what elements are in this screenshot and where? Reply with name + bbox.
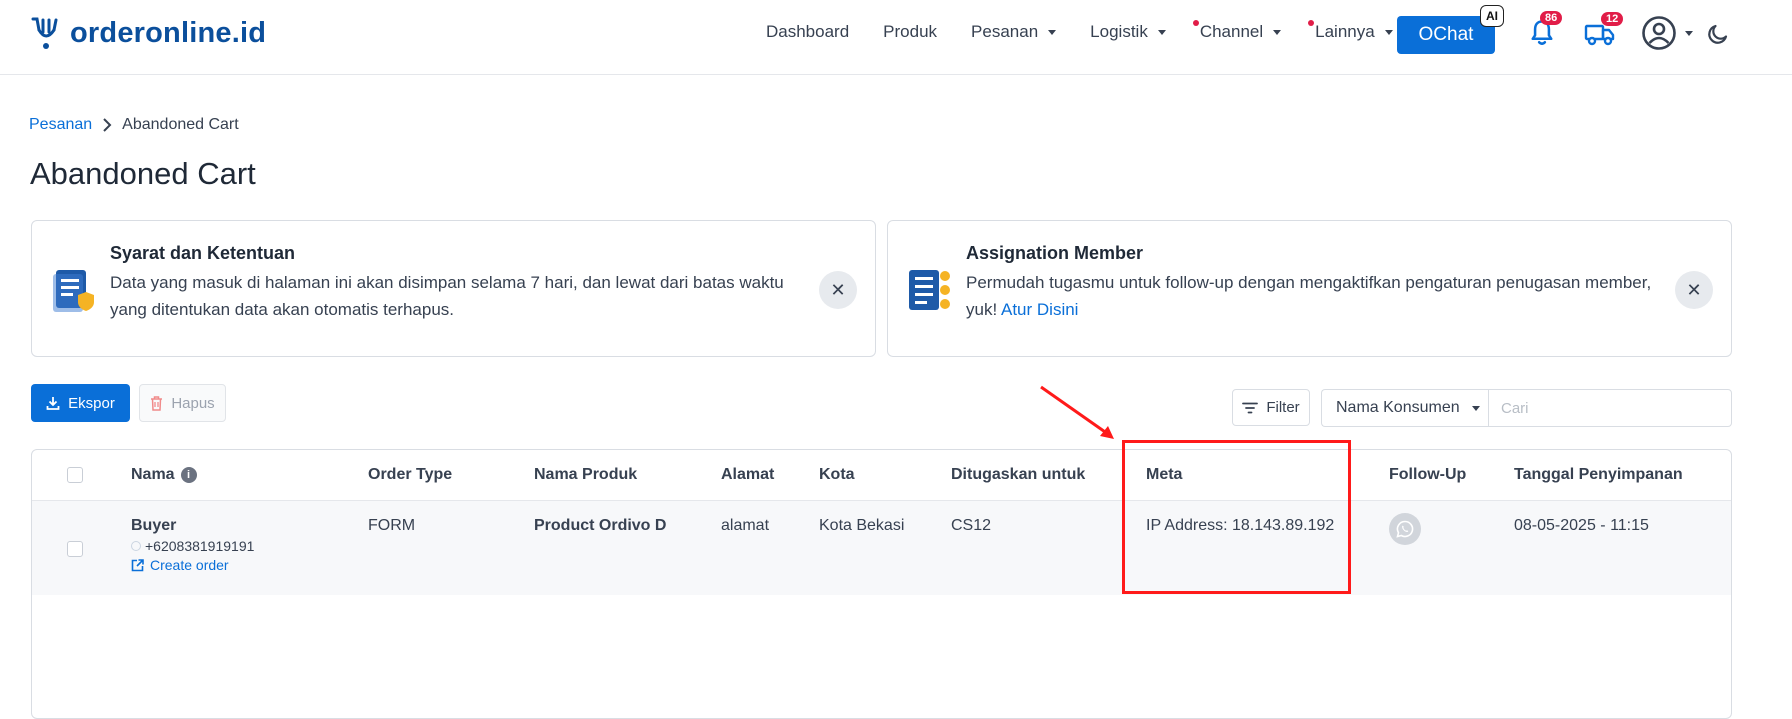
shipping-button[interactable]: 12	[1584, 12, 1624, 53]
nav-produk[interactable]: Produk	[883, 22, 937, 42]
external-link-icon	[131, 558, 144, 571]
nav-lainnya[interactable]: Lainnya	[1308, 20, 1393, 42]
buyer-phone: +6208381919191	[131, 538, 254, 554]
search-field-select[interactable]: Nama Konsumen	[1321, 389, 1488, 427]
cell-order-type: FORM	[368, 517, 416, 534]
new-dot-indicator	[1192, 20, 1199, 26]
breadcrumb-pesanan[interactable]: Pesanan	[29, 116, 92, 134]
header-follow-up: Follow-Up	[1389, 466, 1467, 483]
top-navbar: orderonline.id Dashboard Produk Pesanan …	[0, 0, 1792, 75]
caret-down-icon	[1048, 29, 1057, 35]
close-icon: ✕	[830, 279, 846, 300]
nav-dashboard[interactable]: Dashboard	[766, 22, 849, 42]
whatsapp-follow-up-button[interactable]	[1389, 513, 1421, 545]
assignation-card: Assignation Member Permudah tugasmu untu…	[887, 220, 1732, 357]
notification-count-badge: 86	[1540, 11, 1563, 25]
brand-logo[interactable]: orderonline.id	[30, 16, 266, 50]
card-text: Permudah tugasmu untuk follow-up dengan …	[966, 269, 1656, 323]
breadcrumb-current: Abandoned Cart	[122, 116, 239, 133]
account-menu[interactable]	[1641, 15, 1693, 51]
caret-down-icon	[1685, 30, 1693, 36]
card-title: Syarat dan Ketentuan	[110, 243, 296, 263]
abandoned-cart-table: Nama i Order Type Nama Produk Alamat Kota…	[31, 449, 1732, 719]
brand-name: orderonline.id	[70, 16, 267, 49]
header-kota: Kota	[819, 466, 855, 483]
caret-down-icon	[1471, 405, 1480, 411]
create-order-label: Create order	[150, 557, 229, 573]
breadcrumb: Pesanan Abandoned Cart	[29, 116, 239, 134]
new-dot-indicator	[1308, 20, 1315, 26]
create-order-link[interactable]: Create order	[131, 557, 254, 573]
caret-down-icon	[1157, 29, 1166, 35]
ochat-label: OChat	[1418, 24, 1474, 45]
header-nama-produk: Nama Produk	[534, 466, 638, 483]
filter-label: Filter	[1266, 399, 1300, 416]
nav-label: Produk	[883, 22, 938, 41]
nav-label: Channel	[1199, 22, 1264, 41]
page-title: Abandoned Cart	[30, 156, 256, 191]
cell-nama: Buyer +6208381919191 Create order	[131, 517, 254, 573]
caret-down-icon	[1273, 29, 1282, 35]
header-ditugaskan: Ditugaskan untuk	[951, 466, 1086, 483]
buyer-name: Buyer	[131, 517, 177, 534]
select-all-checkbox[interactable]	[67, 467, 83, 483]
shipping-count-badge: 12	[1601, 12, 1624, 26]
download-icon	[46, 397, 60, 410]
cell-address: alamat	[721, 517, 770, 534]
whatsapp-icon	[1396, 520, 1414, 538]
nav-label: Pesanan	[971, 22, 1039, 41]
search-input[interactable]	[1488, 389, 1732, 427]
nav-channel[interactable]: Channel	[1192, 20, 1282, 42]
nav-label: Lainnya	[1315, 22, 1375, 41]
atur-disini-link[interactable]: Atur Disini	[1001, 300, 1078, 319]
user-circle-icon	[1642, 16, 1676, 50]
export-label: Ekspor	[68, 394, 115, 412]
status-circle-icon	[131, 541, 141, 551]
header-tanggal: Tanggal Penyimpanan	[1514, 466, 1683, 483]
trash-icon	[151, 395, 163, 411]
close-icon: ✕	[1686, 279, 1702, 300]
close-assignation-card-button[interactable]: ✕	[1675, 271, 1713, 309]
logo-icon	[31, 17, 58, 49]
notification-button[interactable]: 86	[1528, 11, 1563, 53]
phone-number: +6208381919191	[145, 538, 255, 554]
delete-label: Hapus	[171, 394, 215, 412]
nav-pesanan[interactable]: Pesanan	[971, 22, 1057, 42]
main-nav: Dashboard Produk Pesanan Logistik Channe…	[766, 20, 1427, 42]
info-icon[interactable]: i	[180, 467, 197, 483]
header-nama: Nama i	[131, 466, 197, 484]
nav-label: Dashboard	[766, 22, 850, 41]
header-order-type: Order Type	[368, 466, 453, 483]
terms-card: Syarat dan Ketentuan Data yang masuk di …	[31, 220, 876, 357]
delete-button[interactable]: Hapus	[139, 384, 226, 422]
ai-badge: AI	[1480, 5, 1504, 27]
export-button[interactable]: Ekspor	[31, 384, 130, 422]
chevron-right-icon	[103, 118, 112, 132]
search-field-value: Nama Konsumen	[1336, 399, 1460, 416]
filter-button[interactable]: Filter	[1232, 389, 1310, 426]
table-header: Nama i Order Type Nama Produk Alamat Kota…	[32, 450, 1731, 501]
cell-assigned: CS12	[951, 517, 992, 534]
filter-icon	[1242, 402, 1259, 413]
meta-highlight-annotation	[1122, 440, 1351, 594]
header-label: Nama	[131, 466, 175, 483]
card-title: Assignation Member	[966, 243, 1144, 263]
caret-down-icon	[1384, 29, 1393, 35]
nav-label: Logistik	[1090, 22, 1148, 41]
annotation-arrow-icon	[1040, 385, 1114, 439]
close-terms-card-button[interactable]: ✕	[819, 271, 857, 309]
table-row[interactable]: Buyer +6208381919191 Create order FORM P…	[32, 501, 1731, 595]
checklist-icon	[909, 270, 950, 310]
cell-product: Product Ordivo D	[534, 517, 667, 534]
document-shield-icon	[53, 270, 94, 312]
cell-city: Kota Bekasi	[819, 517, 905, 534]
dark-mode-toggle[interactable]	[1706, 22, 1730, 51]
nav-logistik[interactable]: Logistik	[1090, 22, 1166, 42]
header-alamat: Alamat	[721, 466, 775, 483]
moon-icon	[1708, 24, 1728, 44]
card-text: Data yang masuk di halaman ini akan disi…	[110, 273, 784, 319]
row-checkbox[interactable]	[67, 541, 83, 557]
cell-date: 08-05-2025 - 11:15	[1514, 517, 1649, 534]
